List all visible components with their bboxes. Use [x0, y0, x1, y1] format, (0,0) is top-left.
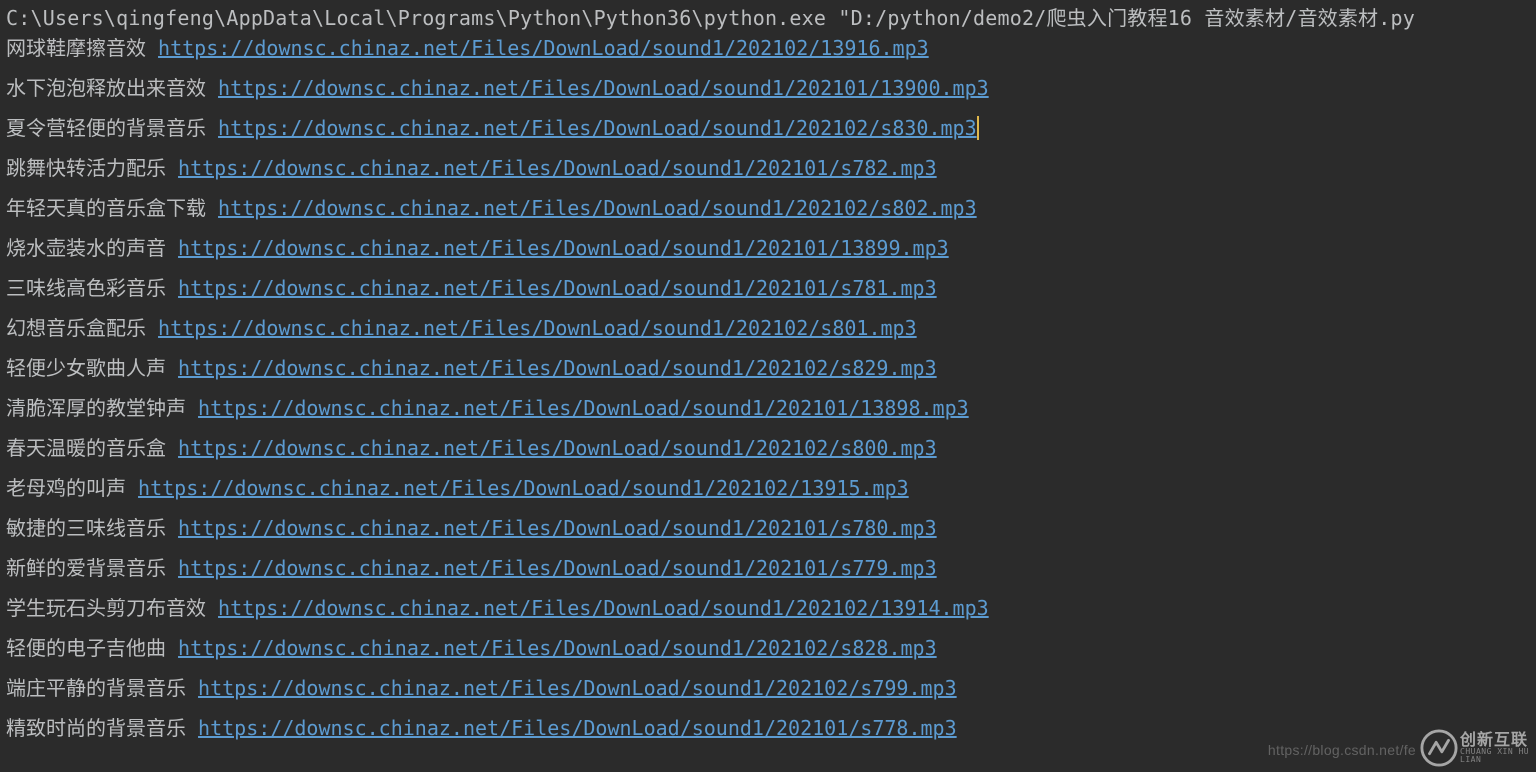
output-row: 端庄平静的背景音乐 https://downsc.chinaz.net/File… [6, 678, 1530, 698]
watermark-blog-url: https://blog.csdn.net/fe [1268, 742, 1416, 758]
output-label: 网球鞋摩擦音效 [6, 36, 146, 60]
output-url-link[interactable]: https://downsc.chinaz.net/Files/DownLoad… [178, 636, 937, 660]
output-url-link[interactable]: https://downsc.chinaz.net/Files/DownLoad… [138, 476, 909, 500]
output-label: 精致时尚的背景音乐 [6, 716, 186, 740]
output-url-link[interactable]: https://downsc.chinaz.net/Files/DownLoad… [158, 36, 929, 60]
output-row: 轻便的电子吉他曲 https://downsc.chinaz.net/Files… [6, 638, 1530, 658]
output-row: 轻便少女歌曲人声 https://downsc.chinaz.net/Files… [6, 358, 1530, 378]
output-row: 网球鞋摩擦音效 https://downsc.chinaz.net/Files/… [6, 38, 1530, 58]
output-rows-container: 网球鞋摩擦音效 https://downsc.chinaz.net/Files/… [6, 38, 1530, 738]
output-label: 春天温暖的音乐盒 [6, 436, 166, 460]
output-label: 年轻天真的音乐盒下载 [6, 196, 206, 220]
output-row: 学生玩石头剪刀布音效 https://downsc.chinaz.net/Fil… [6, 598, 1530, 618]
output-url-link[interactable]: https://downsc.chinaz.net/Files/DownLoad… [178, 356, 937, 380]
output-label: 轻便的电子吉他曲 [6, 636, 166, 660]
logo-icon [1420, 729, 1458, 767]
output-label: 老母鸡的叫声 [6, 476, 126, 500]
output-label: 敏捷的三味线音乐 [6, 516, 166, 540]
output-row: 幻想音乐盒配乐 https://downsc.chinaz.net/Files/… [6, 318, 1530, 338]
output-url-link[interactable]: https://downsc.chinaz.net/Files/DownLoad… [178, 556, 937, 580]
output-row: 精致时尚的背景音乐 https://downsc.chinaz.net/File… [6, 718, 1530, 738]
output-row: 老母鸡的叫声 https://downsc.chinaz.net/Files/D… [6, 478, 1530, 498]
output-label: 轻便少女歌曲人声 [6, 356, 166, 380]
output-label: 夏令营轻便的背景音乐 [6, 116, 206, 140]
output-row: 清脆浑厚的教堂钟声 https://downsc.chinaz.net/File… [6, 398, 1530, 418]
output-label: 新鲜的爱背景音乐 [6, 556, 166, 580]
output-url-link[interactable]: https://downsc.chinaz.net/Files/DownLoad… [178, 236, 949, 260]
output-url-link[interactable]: https://downsc.chinaz.net/Files/DownLoad… [178, 436, 937, 460]
output-label: 三味线高色彩音乐 [6, 276, 166, 300]
output-label: 学生玩石头剪刀布音效 [6, 596, 206, 620]
output-row: 新鲜的爱背景音乐 https://downsc.chinaz.net/Files… [6, 558, 1530, 578]
logo-text-cn: 创新互联 [1460, 732, 1530, 748]
output-row: 水下泡泡释放出来音效 https://downsc.chinaz.net/Fil… [6, 78, 1530, 98]
output-url-link[interactable]: https://downsc.chinaz.net/Files/DownLoad… [178, 516, 937, 540]
output-url-link[interactable]: https://downsc.chinaz.net/Files/DownLoad… [218, 116, 979, 140]
output-row: 敏捷的三味线音乐 https://downsc.chinaz.net/Files… [6, 518, 1530, 538]
output-label: 端庄平静的背景音乐 [6, 676, 186, 700]
output-url-link[interactable]: https://downsc.chinaz.net/Files/DownLoad… [198, 716, 957, 740]
output-url-link[interactable]: https://downsc.chinaz.net/Files/DownLoad… [198, 396, 969, 420]
output-label: 幻想音乐盒配乐 [6, 316, 146, 340]
output-row: 三味线高色彩音乐 https://downsc.chinaz.net/Files… [6, 278, 1530, 298]
output-label: 烧水壶装水的声音 [6, 236, 166, 260]
output-url-link[interactable]: https://downsc.chinaz.net/Files/DownLoad… [178, 156, 937, 180]
output-row: 年轻天真的音乐盒下载 https://downsc.chinaz.net/Fil… [6, 198, 1530, 218]
output-url-link[interactable]: https://downsc.chinaz.net/Files/DownLoad… [198, 676, 957, 700]
command-line: C:\Users\qingfeng\AppData\Local\Programs… [6, 8, 1530, 28]
output-row: 跳舞快转活力配乐 https://downsc.chinaz.net/Files… [6, 158, 1530, 178]
output-row: 春天温暖的音乐盒 https://downsc.chinaz.net/Files… [6, 438, 1530, 458]
output-url-link[interactable]: https://downsc.chinaz.net/Files/DownLoad… [158, 316, 917, 340]
output-row: 夏令营轻便的背景音乐 https://downsc.chinaz.net/Fil… [6, 118, 1530, 138]
output-label: 清脆浑厚的教堂钟声 [6, 396, 186, 420]
watermark-logo: 创新互联 CHUANG XIN HU LIAN [1420, 728, 1530, 768]
logo-text-en: CHUANG XIN HU LIAN [1460, 748, 1530, 764]
output-url-link[interactable]: https://downsc.chinaz.net/Files/DownLoad… [218, 596, 989, 620]
output-label: 跳舞快转活力配乐 [6, 156, 166, 180]
output-label: 水下泡泡释放出来音效 [6, 76, 206, 100]
output-row: 烧水壶装水的声音 https://downsc.chinaz.net/Files… [6, 238, 1530, 258]
console-output[interactable]: C:\Users\qingfeng\AppData\Local\Programs… [0, 0, 1536, 738]
output-url-link[interactable]: https://downsc.chinaz.net/Files/DownLoad… [218, 76, 989, 100]
output-url-link[interactable]: https://downsc.chinaz.net/Files/DownLoad… [218, 196, 977, 220]
output-url-link[interactable]: https://downsc.chinaz.net/Files/DownLoad… [178, 276, 937, 300]
